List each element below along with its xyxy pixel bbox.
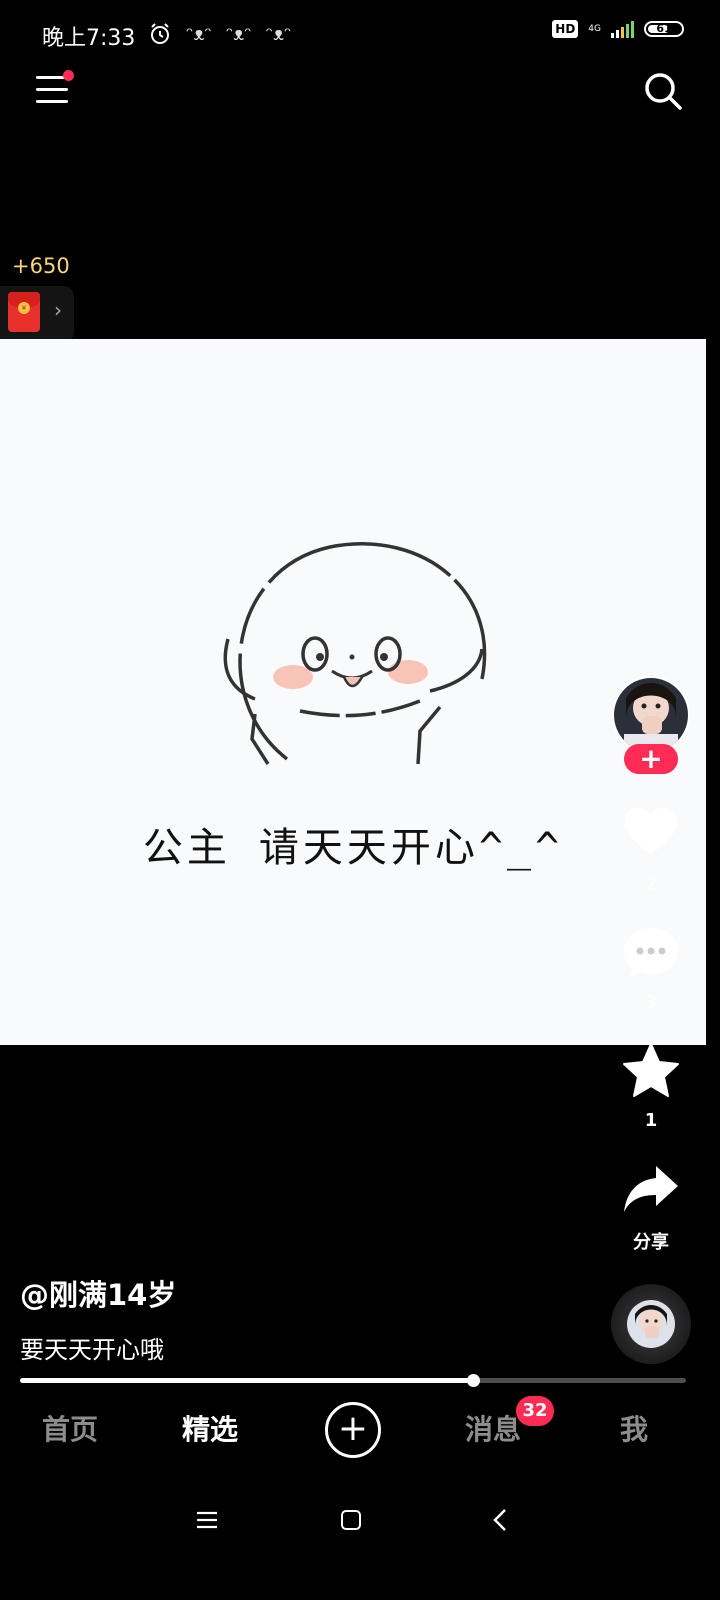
tab-featured[interactable]: 精选	[182, 1408, 238, 1448]
status-time: 晚上7:33	[42, 26, 136, 51]
tab-me[interactable]: 我	[620, 1408, 648, 1448]
progress-fill	[20, 1378, 473, 1383]
heart-icon[interactable]	[620, 800, 682, 862]
search-icon[interactable]	[642, 70, 684, 112]
notification-icon: ᵔᴥᵔ	[186, 23, 212, 45]
battery-level: 61	[656, 22, 672, 35]
tab-messages[interactable]: 消息	[465, 1408, 521, 1448]
like-count: 2	[644, 874, 658, 895]
favorite-count: 1	[644, 1110, 658, 1131]
reward-amount: +650	[12, 254, 70, 278]
video-caption-text: 公主 请天天开心^_^	[142, 825, 564, 871]
hamburger-menu-icon[interactable]	[36, 70, 74, 106]
alarm-icon	[151, 23, 169, 44]
music-cover-image	[627, 1300, 675, 1348]
home-nav-icon[interactable]	[341, 1510, 361, 1530]
share-icon[interactable]	[620, 1160, 682, 1222]
author-name[interactable]: @刚满14岁	[20, 1272, 176, 1314]
notification-icon: ᵔᴥᵔ	[225, 23, 252, 45]
hd-badge: HD	[552, 20, 579, 38]
follow-plus-button[interactable]: +	[624, 744, 678, 774]
recent-apps-icon[interactable]	[196, 1510, 218, 1530]
create-plus-button[interactable]: +	[325, 1402, 381, 1458]
signal-icon	[611, 20, 634, 38]
notification-icon: ᵔᴥᵔ	[265, 23, 292, 45]
back-icon[interactable]	[492, 1508, 508, 1532]
battery-icon: 61	[644, 21, 684, 37]
menu-notification-dot	[63, 70, 74, 81]
network-type: 4G	[588, 24, 601, 34]
video-description: 要天天开心哦	[20, 1336, 164, 1364]
comment-icon[interactable]	[620, 922, 682, 984]
video-frame[interactable]	[0, 339, 706, 1045]
red-envelope-icon[interactable]: ¥	[8, 292, 40, 332]
music-disc[interactable]	[611, 1284, 691, 1364]
avatar-image	[614, 678, 688, 752]
star-icon[interactable]	[620, 1040, 682, 1102]
share-label: 分享	[633, 1232, 669, 1253]
comment-count: 3	[644, 992, 658, 1013]
status-notification-icons: ᵔᴥᵔ ᵔᴥᵔ ᵔᴥᵔ	[148, 22, 291, 46]
status-right-group: HD 4G 61	[552, 20, 684, 38]
chevron-right-icon[interactable]: ›	[54, 298, 62, 322]
cartoon-character-image	[223, 542, 487, 765]
progress-knob[interactable]	[467, 1374, 480, 1387]
tab-home[interactable]: 首页	[42, 1408, 98, 1448]
messages-badge: 32	[516, 1396, 554, 1426]
